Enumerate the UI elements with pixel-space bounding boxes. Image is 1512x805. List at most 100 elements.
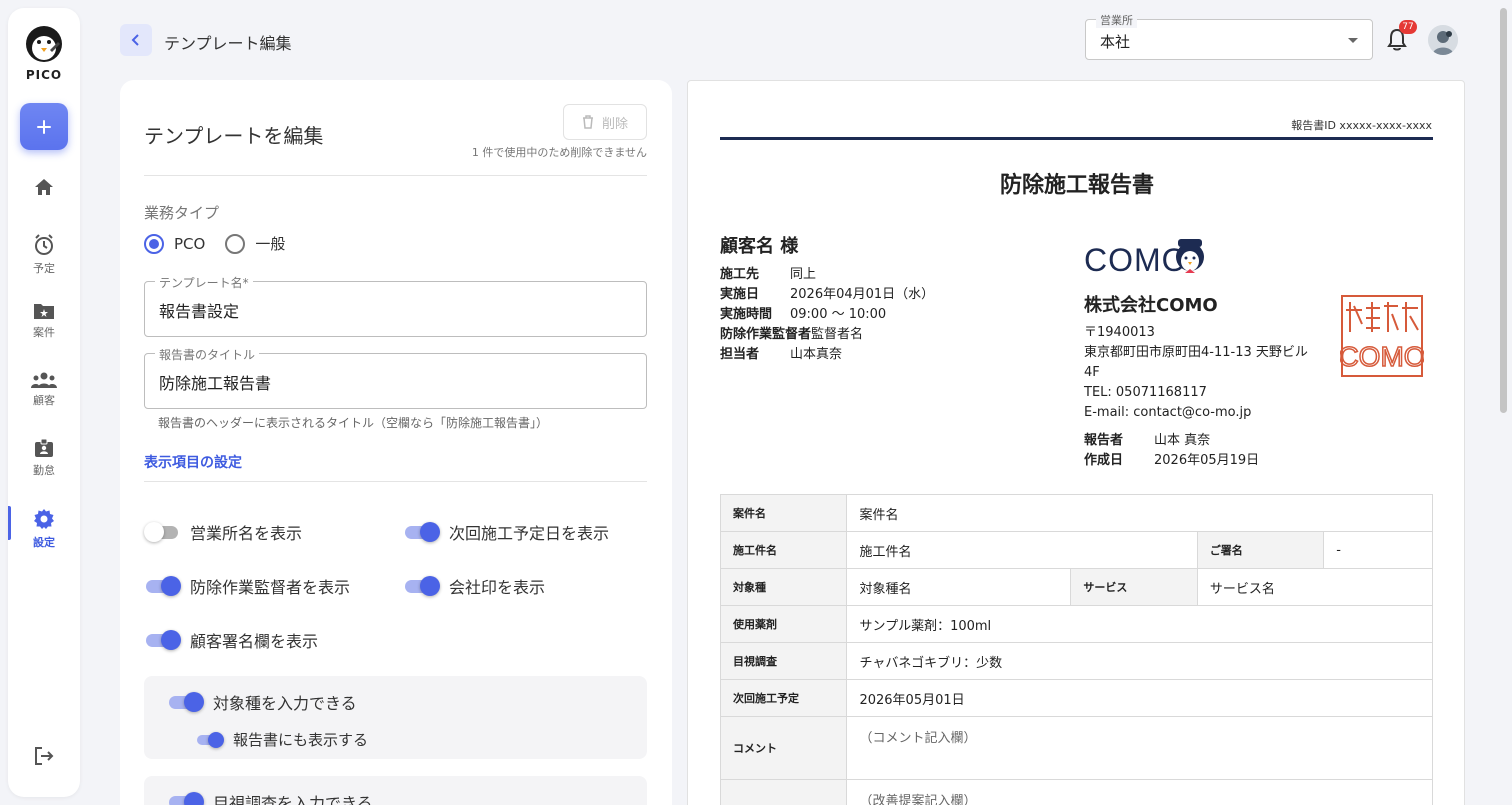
toggle-target-show-report[interactable]: 報告書にも表示する (195, 729, 368, 750)
visual-survey-group: 目視調査を入力できる (144, 776, 647, 805)
toggle-label: 営業所名を表示 (190, 524, 303, 543)
info-value: 山本真奈 (790, 347, 843, 362)
como-logo: COMO (1084, 229, 1208, 283)
switch[interactable] (167, 790, 205, 805)
avatar[interactable] (1428, 25, 1458, 55)
template-name-input[interactable] (159, 300, 629, 319)
toggle-show-supervisor[interactable]: 防除作業監督者を表示 (144, 574, 350, 598)
divider (144, 175, 647, 176)
toggle-label: 会社印を表示 (449, 578, 546, 597)
logo-text: COMO (1084, 242, 1188, 278)
toggle-label: 次回施工予定日を表示 (449, 524, 610, 543)
switch[interactable] (144, 520, 182, 544)
table-value: 案件名 (846, 494, 1433, 532)
back-button[interactable] (120, 24, 152, 56)
company-address: 〒1940013 東京都町田市原町田4-11-13 天野ビル4F TEL: 05… (1084, 323, 1314, 423)
info-value: 監督者名 (811, 327, 864, 342)
template-name-field[interactable]: テンプレート名* (144, 274, 647, 337)
radio-pco[interactable] (144, 233, 164, 254)
sidebar-item-attendance[interactable]: 勤怠 (8, 438, 80, 478)
add-button[interactable] (20, 103, 68, 150)
toggle-show-next-date[interactable]: 次回施工予定日を表示 (403, 520, 609, 544)
sidebar-item-schedule[interactable]: 予定 (8, 234, 80, 276)
sidebar-item-label: 勤怠 (33, 464, 55, 477)
report-info: 施工先 同上 実施日 2026年04月01日（水） 実施時間 09:00 〜 10:0… (720, 265, 934, 365)
radio-general[interactable] (225, 233, 246, 254)
reporter-value: 山本 真奈 (1154, 433, 1211, 448)
divider (144, 481, 647, 482)
brand-name: PICO (25, 68, 63, 82)
switch[interactable] (167, 690, 205, 714)
delete-button[interactable]: 削除 (563, 104, 647, 140)
table-row: （改善提案記入欄） (719, 779, 1433, 805)
sidebar-item-cases[interactable]: 案件 (8, 302, 80, 340)
table-key: 施工件名 (719, 531, 848, 569)
sidebar: PICO 予定 案件 顧客 勤怠 設定 (8, 8, 80, 797)
scrollbar[interactable] (1500, 8, 1507, 413)
info-key: 施工先 (720, 267, 760, 282)
toggle-target-input[interactable]: 対象種を入力できる (167, 690, 357, 714)
table-value: サンプル薬剤：100ml (846, 605, 1433, 643)
office-select-value: 本社 (1100, 33, 1131, 51)
created-label: 作成日 (1084, 453, 1124, 468)
office-select-label: 営業所 (1096, 12, 1137, 28)
table-row: 次回施工予定 2026年05月01日 (719, 679, 1433, 717)
switch[interactable] (195, 731, 225, 749)
table-value: - (1323, 531, 1433, 569)
svg-text:COMO: COMO (1340, 341, 1424, 372)
company-name: 株式会社COMO (1084, 295, 1218, 316)
gear-icon (34, 509, 54, 529)
sidebar-item-home[interactable] (8, 178, 80, 196)
info-key: 防除作業監督者 (720, 327, 812, 342)
info-key: 実施時間 (720, 307, 773, 322)
switch[interactable] (403, 574, 441, 598)
sidebar-item-settings[interactable]: 設定 (8, 506, 80, 550)
office-select[interactable]: 営業所 本社 (1085, 12, 1373, 60)
radio-label-pco: PCO (174, 234, 206, 253)
pico-logo[interactable] (24, 24, 64, 64)
switch[interactable] (144, 574, 182, 598)
report-title-input[interactable] (159, 372, 629, 391)
report-title: 防除施工報告書 (999, 173, 1154, 198)
sidebar-item-label: 案件 (33, 326, 55, 339)
table-value: （改善提案記入欄） (846, 779, 1433, 805)
toggle-show-signature[interactable]: 顧客署名欄を表示 (144, 628, 318, 652)
customer-name: 顧客名 様 (720, 236, 799, 257)
alarm-clock-icon (35, 234, 53, 255)
table-row: 対象種 対象種名 サービス サービス名 (719, 568, 1434, 606)
sidebar-item-label: 顧客 (33, 394, 55, 407)
report-title-label: 報告書のタイトル (155, 346, 260, 363)
toggle-visual-input[interactable]: 目視調査を入力できる (167, 790, 373, 805)
template-editor-panel: テンプレートを編集 削除 1 件で使用中のため削除できません 業務タイプ PCO… (120, 80, 672, 805)
info-value: 09:00 〜 10:00 (790, 307, 887, 322)
display-settings-link[interactable]: 表示項目の設定 (144, 452, 242, 472)
folder-star-icon (34, 304, 54, 319)
table-row: 案件名 案件名 (719, 494, 1433, 532)
table-row: 使用薬剤 サンプル薬剤：100ml (719, 605, 1433, 643)
job-type-radio-group: PCO 一般 (144, 233, 285, 254)
report-title-field[interactable]: 報告書のタイトル (144, 346, 647, 409)
radio-label-general: 一般 (255, 235, 286, 253)
table-key: 案件名 (719, 494, 848, 532)
switch[interactable] (403, 520, 441, 544)
sidebar-item-label: 設定 (33, 536, 55, 549)
table-value: チャバネゴキブリ：少数 (846, 642, 1433, 680)
table-key: 目視調査 (719, 642, 848, 680)
switch[interactable] (144, 628, 182, 652)
caret-down-icon (1348, 38, 1358, 43)
editor-heading: テンプレートを編集 (144, 124, 324, 148)
table-key (719, 779, 848, 805)
toggle-label: 防除作業監督者を表示 (190, 578, 351, 597)
toggle-label: 顧客署名欄を表示 (190, 632, 319, 651)
address: 東京都町田市原町田4-11-13 天野ビル4F (1084, 345, 1308, 380)
tel: TEL: 05071168117 (1084, 385, 1207, 400)
chevron-left-icon (131, 34, 139, 46)
table-key: 使用薬剤 (719, 605, 848, 643)
toggle-show-office[interactable]: 営業所名を表示 (144, 520, 302, 544)
company-seal: COMO (1338, 294, 1426, 378)
logout-button[interactable] (34, 746, 54, 770)
table-row: 目視調査 チャバネゴキブリ：少数 (719, 642, 1433, 680)
toggle-show-company-seal[interactable]: 会社印を表示 (403, 574, 545, 598)
sidebar-item-customers[interactable]: 顧客 (8, 372, 80, 408)
delete-label: 削除 (601, 116, 628, 132)
